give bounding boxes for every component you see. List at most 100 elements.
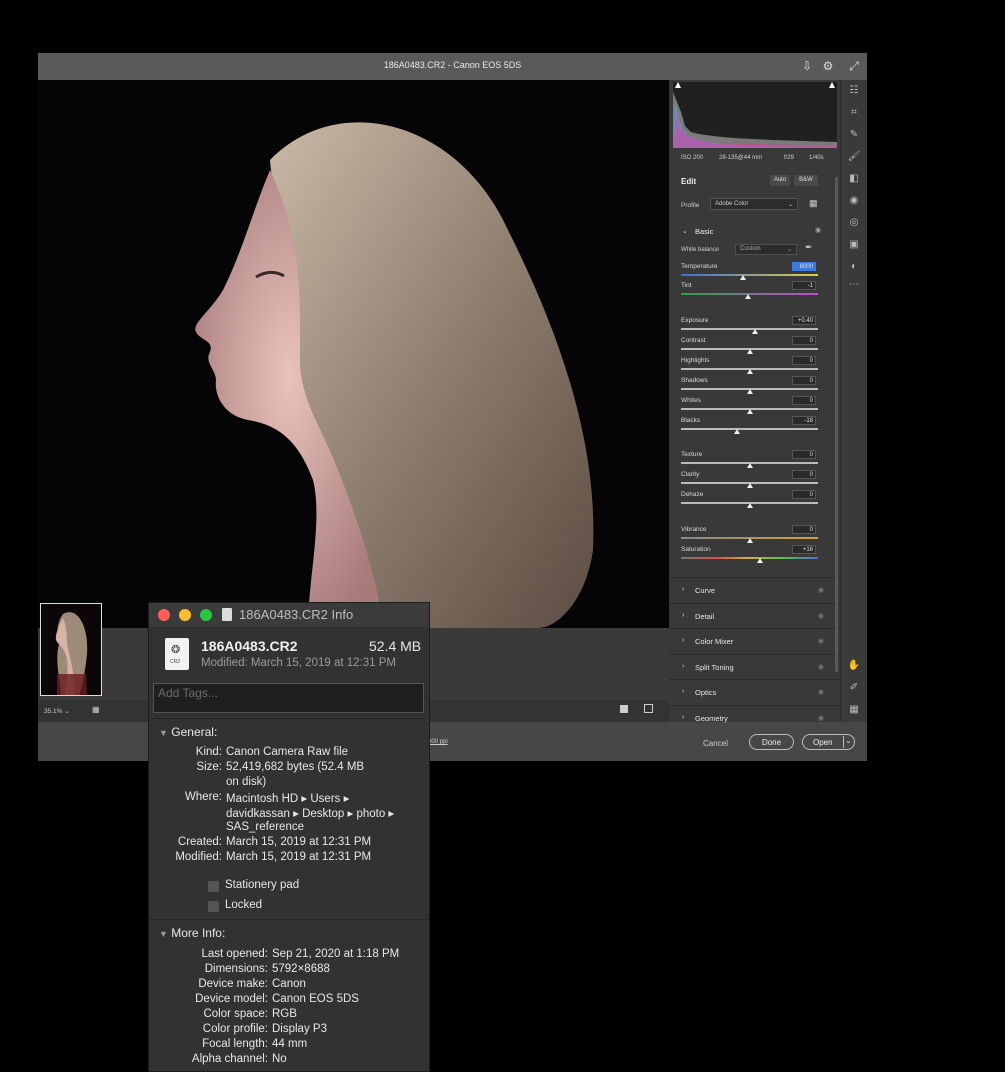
eye-icon[interactable]: ◉ bbox=[818, 688, 824, 696]
section-detail[interactable]: › Detail ◉ bbox=[669, 602, 840, 629]
grid-icon[interactable]: ▦ bbox=[846, 702, 862, 718]
blacks-handle[interactable] bbox=[734, 429, 741, 434]
clarity-handle[interactable] bbox=[746, 483, 753, 488]
edit-panel: ISO 200 28-135@44 mm f/29 1/40s Edit Aut… bbox=[669, 80, 840, 723]
white-balance-dropdown[interactable]: Custom ⌄ bbox=[735, 244, 797, 255]
clarity-value[interactable]: 0 bbox=[792, 470, 816, 479]
compare-view-icon[interactable] bbox=[644, 704, 653, 713]
zoom-button[interactable] bbox=[200, 609, 212, 621]
eye-icon[interactable]: ◉ bbox=[818, 612, 824, 620]
section-curve[interactable]: › Curve ◉ bbox=[669, 577, 840, 603]
locked-checkbox[interactable] bbox=[208, 901, 219, 912]
edit-tool-icon[interactable]: ☷ bbox=[846, 83, 862, 99]
stationery-pad-checkbox[interactable] bbox=[208, 881, 219, 892]
crop-icon[interactable]: ⌗ bbox=[846, 105, 862, 121]
whites-handle[interactable] bbox=[746, 409, 753, 414]
vibrance-handle[interactable] bbox=[746, 538, 753, 543]
done-button[interactable]: Done bbox=[749, 734, 794, 750]
basic-section-title[interactable]: Basic bbox=[695, 227, 713, 236]
eye-icon[interactable]: ◉ bbox=[815, 226, 821, 234]
shadows-value[interactable]: 0 bbox=[792, 376, 816, 385]
exposure-value[interactable]: +0.40 bbox=[792, 316, 816, 325]
more-info-section-header[interactable]: ▼ More Info: bbox=[159, 926, 225, 940]
vibrance-value[interactable]: 0 bbox=[792, 525, 816, 534]
general-value: Canon Camera Raw file bbox=[226, 746, 349, 758]
contrast-handle[interactable] bbox=[746, 349, 753, 354]
minimize-button[interactable] bbox=[179, 609, 191, 621]
exposure-handle[interactable] bbox=[751, 329, 758, 334]
snapshots-icon[interactable]: ▣ bbox=[846, 237, 862, 253]
gradient-icon[interactable]: ◧ bbox=[846, 171, 862, 187]
save-icon[interactable]: ⇩ bbox=[799, 58, 815, 74]
filmstrip-thumbnail[interactable] bbox=[40, 603, 102, 696]
cancel-button[interactable]: Cancel bbox=[703, 739, 728, 748]
shadows-label: Shadows bbox=[681, 377, 708, 384]
blacks-track[interactable] bbox=[681, 428, 818, 430]
more-value: No bbox=[272, 1053, 287, 1065]
section-color-mixer[interactable]: › Color Mixer ◉ bbox=[669, 628, 840, 654]
section-optics[interactable]: › Optics ◉ bbox=[669, 679, 840, 705]
eye-icon[interactable]: ◉ bbox=[818, 714, 824, 722]
color-sampler-icon[interactable]: ✐ bbox=[846, 680, 862, 696]
eye-icon[interactable]: ◉ bbox=[818, 663, 824, 671]
whites-value[interactable]: 0 bbox=[792, 396, 816, 405]
brush-icon[interactable]: 🖌 bbox=[846, 149, 862, 165]
shadows-handle[interactable] bbox=[746, 389, 753, 394]
spot-removal-icon[interactable]: ✎ bbox=[846, 127, 862, 143]
temperature-value[interactable]: 6000 bbox=[792, 262, 816, 271]
camera-info: ISO 200 28-135@44 mm f/29 1/40s bbox=[669, 152, 840, 166]
close-button[interactable] bbox=[158, 609, 170, 621]
fullscreen-icon[interactable]: ⤢ bbox=[846, 58, 862, 74]
section-geometry[interactable]: › Geometry ◉ bbox=[669, 704, 840, 731]
eyedropper-icon[interactable]: ✒ bbox=[805, 242, 813, 253]
get-info-window: 186A0483.CR2 Info ❂ CR2 186A0483.CR2 52.… bbox=[148, 602, 430, 1072]
temperature-handle[interactable] bbox=[739, 275, 746, 280]
contrast-value[interactable]: 0 bbox=[792, 336, 816, 345]
tint-value[interactable]: -1 bbox=[792, 281, 816, 290]
saturation-value[interactable]: +16 bbox=[792, 545, 816, 554]
profile-browser-icon[interactable]: ▦ bbox=[809, 198, 818, 209]
hand-icon[interactable]: ✋ bbox=[846, 658, 862, 674]
more-row: Color space: RGB bbox=[203, 1008, 296, 1020]
radial-filter-icon[interactable]: ◉ bbox=[846, 193, 862, 209]
red-eye-icon[interactable]: ◎ bbox=[846, 215, 862, 231]
exposure-track[interactable] bbox=[681, 328, 818, 330]
general-section-header[interactable]: ▼ General: bbox=[159, 725, 217, 739]
saturation-handle[interactable] bbox=[757, 558, 764, 563]
general-key: Kind: bbox=[195, 746, 222, 758]
tint-handle[interactable] bbox=[745, 294, 752, 299]
bw-button[interactable]: B&W bbox=[794, 175, 818, 186]
blacks-value[interactable]: -18 bbox=[792, 416, 816, 425]
more-key: Focal length: bbox=[202, 1038, 268, 1050]
eye-icon[interactable]: ◉ bbox=[818, 586, 824, 594]
profile-dropdown[interactable]: Adobe Color ⌄ bbox=[710, 198, 798, 210]
tags-field[interactable]: Add Tags... bbox=[153, 683, 424, 713]
panel-scrollbar[interactable] bbox=[835, 177, 838, 672]
single-view-icon[interactable] bbox=[620, 705, 628, 713]
image-preview[interactable] bbox=[38, 80, 669, 628]
eye-icon[interactable]: ◉ bbox=[818, 637, 824, 645]
highlights-handle[interactable] bbox=[746, 369, 753, 374]
temperature-track[interactable] bbox=[681, 274, 818, 276]
dehaze-handle[interactable] bbox=[746, 503, 753, 508]
presets-icon[interactable]: ◐ bbox=[846, 259, 862, 275]
zoom-level[interactable]: 35.1% ⌄ bbox=[44, 707, 70, 715]
saturation-track[interactable] bbox=[681, 557, 818, 559]
section-split-toning[interactable]: › Split Toning ◉ bbox=[669, 653, 840, 680]
auto-button[interactable]: Auto bbox=[770, 175, 790, 186]
more-value: Canon bbox=[272, 978, 306, 990]
more-icon[interactable]: ⋯ bbox=[846, 277, 862, 293]
filmstrip-toggle-icon[interactable]: ▦ bbox=[92, 705, 100, 714]
temperature-label: Temperature bbox=[681, 263, 718, 270]
highlights-value[interactable]: 0 bbox=[792, 356, 816, 365]
texture-handle[interactable] bbox=[746, 463, 753, 468]
workflow-options-link[interactable]: 300 ppi bbox=[428, 739, 448, 745]
dehaze-value[interactable]: 0 bbox=[792, 490, 816, 499]
general-key: Modified: bbox=[175, 851, 222, 863]
general-row: davidkassan ▸ Desktop ▸ photo ▸ bbox=[226, 806, 394, 820]
gear-icon[interactable]: ⚙ bbox=[820, 58, 836, 74]
chevron-down-icon[interactable]: ⌄ bbox=[845, 736, 852, 745]
section-geometry-label: Geometry bbox=[695, 713, 728, 723]
texture-value[interactable]: 0 bbox=[792, 450, 816, 459]
chevron-down-icon[interactable]: ⌄ bbox=[682, 227, 688, 235]
